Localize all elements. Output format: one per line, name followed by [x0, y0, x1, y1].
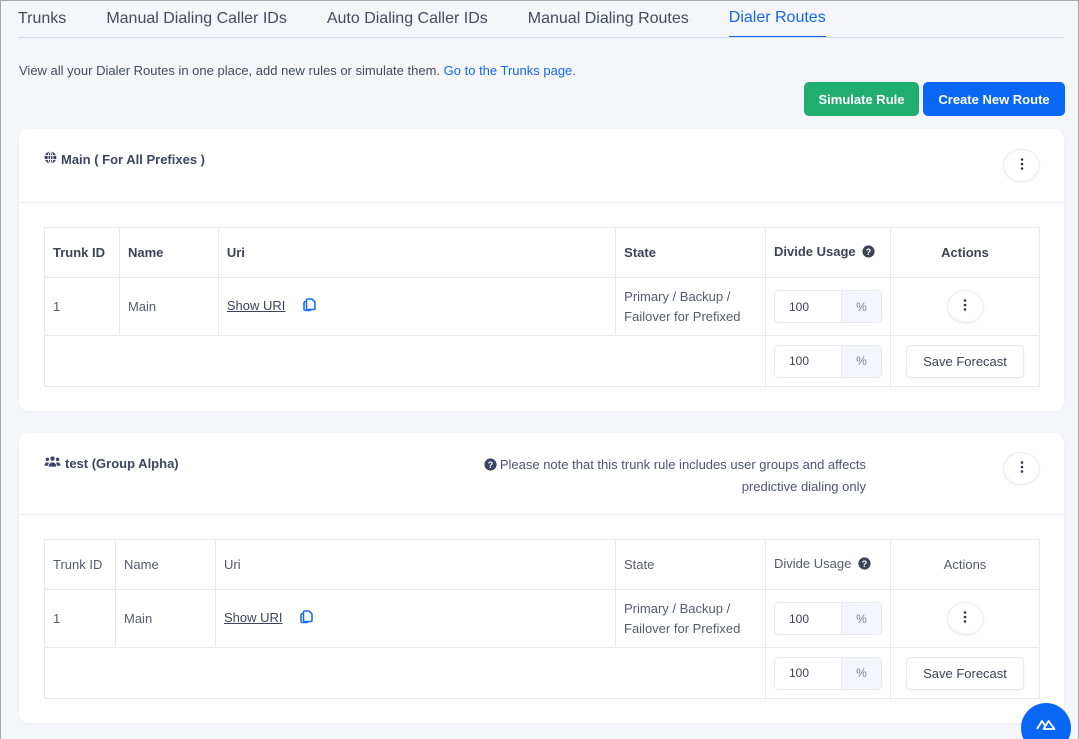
- name-cell: Main: [118, 277, 219, 336]
- tab-manual-dialing-caller-ids[interactable]: Manual Dialing Caller IDs: [106, 9, 287, 37]
- more-vertical-icon: [1020, 460, 1024, 478]
- route-card-header: test (Group Alpha) ? Please note that th…: [19, 433, 1064, 515]
- actions-cell: [890, 589, 1040, 648]
- total-usage-input[interactable]: [775, 657, 841, 689]
- route-title-text: Main ( For All Prefixes ): [61, 151, 205, 167]
- tab-manual-dialing-routes[interactable]: Manual Dialing Routes: [528, 9, 689, 37]
- footer-empty-cell: [44, 647, 766, 699]
- col-uri: Uri: [215, 539, 616, 590]
- trunk-table: Trunk ID Name Uri State Divide Usage ? A…: [44, 539, 1040, 699]
- col-actions: Actions: [890, 539, 1040, 590]
- col-actions: Actions: [890, 227, 1040, 278]
- create-new-route-button[interactable]: Create New Route: [923, 82, 1065, 116]
- uri-cell: Show URI: [217, 277, 617, 336]
- col-name: Name: [115, 539, 216, 590]
- globe-icon: [44, 151, 57, 167]
- table-header-row: Trunk ID Name Uri State Divide Usage ? A…: [44, 539, 1040, 590]
- percent-addon: %: [841, 603, 881, 634]
- route-title: test (Group Alpha): [44, 455, 179, 471]
- tab-auto-dialing-caller-ids[interactable]: Auto Dialing Caller IDs: [327, 9, 488, 37]
- help-icon[interactable]: ?: [858, 557, 871, 573]
- col-uri: Uri: [217, 227, 617, 278]
- divide-usage-cell: %: [765, 589, 891, 648]
- intro-text: View all your Dialer Routes in one place…: [19, 63, 441, 78]
- divide-usage-input[interactable]: [775, 291, 841, 322]
- help-icon: ?: [484, 457, 497, 477]
- col-divide-usage-label: Divide Usage: [774, 244, 856, 259]
- route-menu-button[interactable]: [1003, 452, 1040, 485]
- state-cell: Primary / Backup / Failover for Prefixed: [615, 277, 766, 336]
- footer-actions-cell: Save Forecast: [890, 647, 1040, 699]
- svg-text:?: ?: [862, 559, 867, 569]
- actions-cell: [890, 277, 1040, 336]
- more-vertical-icon: [963, 611, 967, 626]
- show-uri-link[interactable]: Show URI: [227, 298, 286, 313]
- mountains-logo-icon: [1036, 717, 1056, 735]
- help-icon[interactable]: ?: [862, 245, 875, 261]
- svg-text:?: ?: [488, 460, 493, 470]
- trunk-table: Trunk ID Name Uri State Divide Usage ? A…: [44, 227, 1040, 387]
- simulate-rule-button[interactable]: Simulate Rule: [804, 82, 919, 116]
- group-note-text: Please note that this trunk rule include…: [499, 457, 866, 494]
- table-row: 1 Main Show URI Primary / Backup / Failo…: [44, 589, 1040, 648]
- state-cell: Primary / Backup / Failover for Prefixed: [615, 589, 766, 648]
- route-card-group: test (Group Alpha) ? Please note that th…: [19, 433, 1064, 723]
- table-footer-row: % Save Forecast: [44, 335, 1040, 387]
- state-text: Primary / Backup / Failover for Prefixed: [624, 288, 741, 324]
- route-menu-button[interactable]: [1003, 149, 1040, 182]
- percent-addon: %: [841, 291, 881, 322]
- trunk-id-cell: 1: [44, 589, 116, 648]
- name-cell: Main: [115, 589, 216, 648]
- row-actions-button[interactable]: [946, 602, 984, 635]
- col-divide-usage: Divide Usage ?: [765, 227, 891, 278]
- users-icon: [44, 455, 61, 471]
- route-title-text: test (Group Alpha): [65, 455, 179, 471]
- footer-divide-usage-cell: %: [765, 335, 891, 387]
- page-description: View all your Dialer Routes in one place…: [19, 63, 576, 78]
- table-footer-row: % Save Forecast: [44, 647, 1040, 699]
- total-usage-input[interactable]: [775, 345, 841, 377]
- footer-actions-cell: Save Forecast: [890, 335, 1040, 387]
- tab-bar: Trunks Manual Dialing Caller IDs Auto Di…: [18, 1, 1064, 38]
- uri-cell: Show URI: [215, 589, 616, 648]
- total-usage-field: %: [774, 656, 882, 690]
- col-trunk-id: Trunk ID: [44, 539, 116, 590]
- tab-dialer-routes[interactable]: Dialer Routes: [728, 8, 826, 37]
- table-row: 1 Main Show URI Primary / Backup / Failo…: [44, 277, 1040, 336]
- col-state: State: [615, 227, 766, 278]
- show-uri-link[interactable]: Show URI: [224, 610, 283, 625]
- copy-icon[interactable]: [300, 610, 313, 627]
- col-divide-usage-label: Divide Usage: [774, 556, 852, 571]
- divide-usage-field: %: [774, 290, 882, 323]
- group-note: ? Please note that this trunk rule inclu…: [451, 455, 866, 497]
- footer-empty-cell: [44, 335, 766, 387]
- state-text: Primary / Backup / Failover for Prefixed: [624, 600, 741, 636]
- trunks-page-link[interactable]: Go to the Trunks page.: [444, 63, 576, 78]
- percent-addon: %: [841, 657, 881, 689]
- copy-icon[interactable]: [303, 298, 316, 315]
- tab-trunks[interactable]: Trunks: [18, 9, 66, 37]
- route-card-main: Main ( For All Prefixes ) Trunk ID Name …: [19, 129, 1064, 411]
- divide-usage-cell: %: [765, 277, 891, 336]
- footer-divide-usage-cell: %: [765, 647, 891, 699]
- percent-addon: %: [841, 345, 881, 377]
- row-actions-button[interactable]: [946, 290, 984, 323]
- more-vertical-icon: [963, 299, 967, 314]
- col-name: Name: [118, 227, 219, 278]
- save-forecast-button[interactable]: Save Forecast: [906, 344, 1024, 378]
- svg-text:?: ?: [866, 247, 871, 257]
- route-title: Main ( For All Prefixes ): [44, 151, 205, 167]
- route-card-header: Main ( For All Prefixes ): [19, 129, 1064, 203]
- more-vertical-icon: [1020, 157, 1024, 175]
- divide-usage-input[interactable]: [775, 603, 841, 634]
- save-forecast-button[interactable]: Save Forecast: [906, 656, 1024, 690]
- divide-usage-field: %: [774, 602, 882, 635]
- trunk-id-cell: 1: [44, 277, 120, 336]
- total-usage-field: %: [774, 344, 882, 378]
- col-trunk-id: Trunk ID: [44, 227, 120, 278]
- col-divide-usage: Divide Usage ?: [765, 539, 891, 590]
- col-state: State: [615, 539, 766, 590]
- table-header-row: Trunk ID Name Uri State Divide Usage ? A…: [44, 227, 1040, 278]
